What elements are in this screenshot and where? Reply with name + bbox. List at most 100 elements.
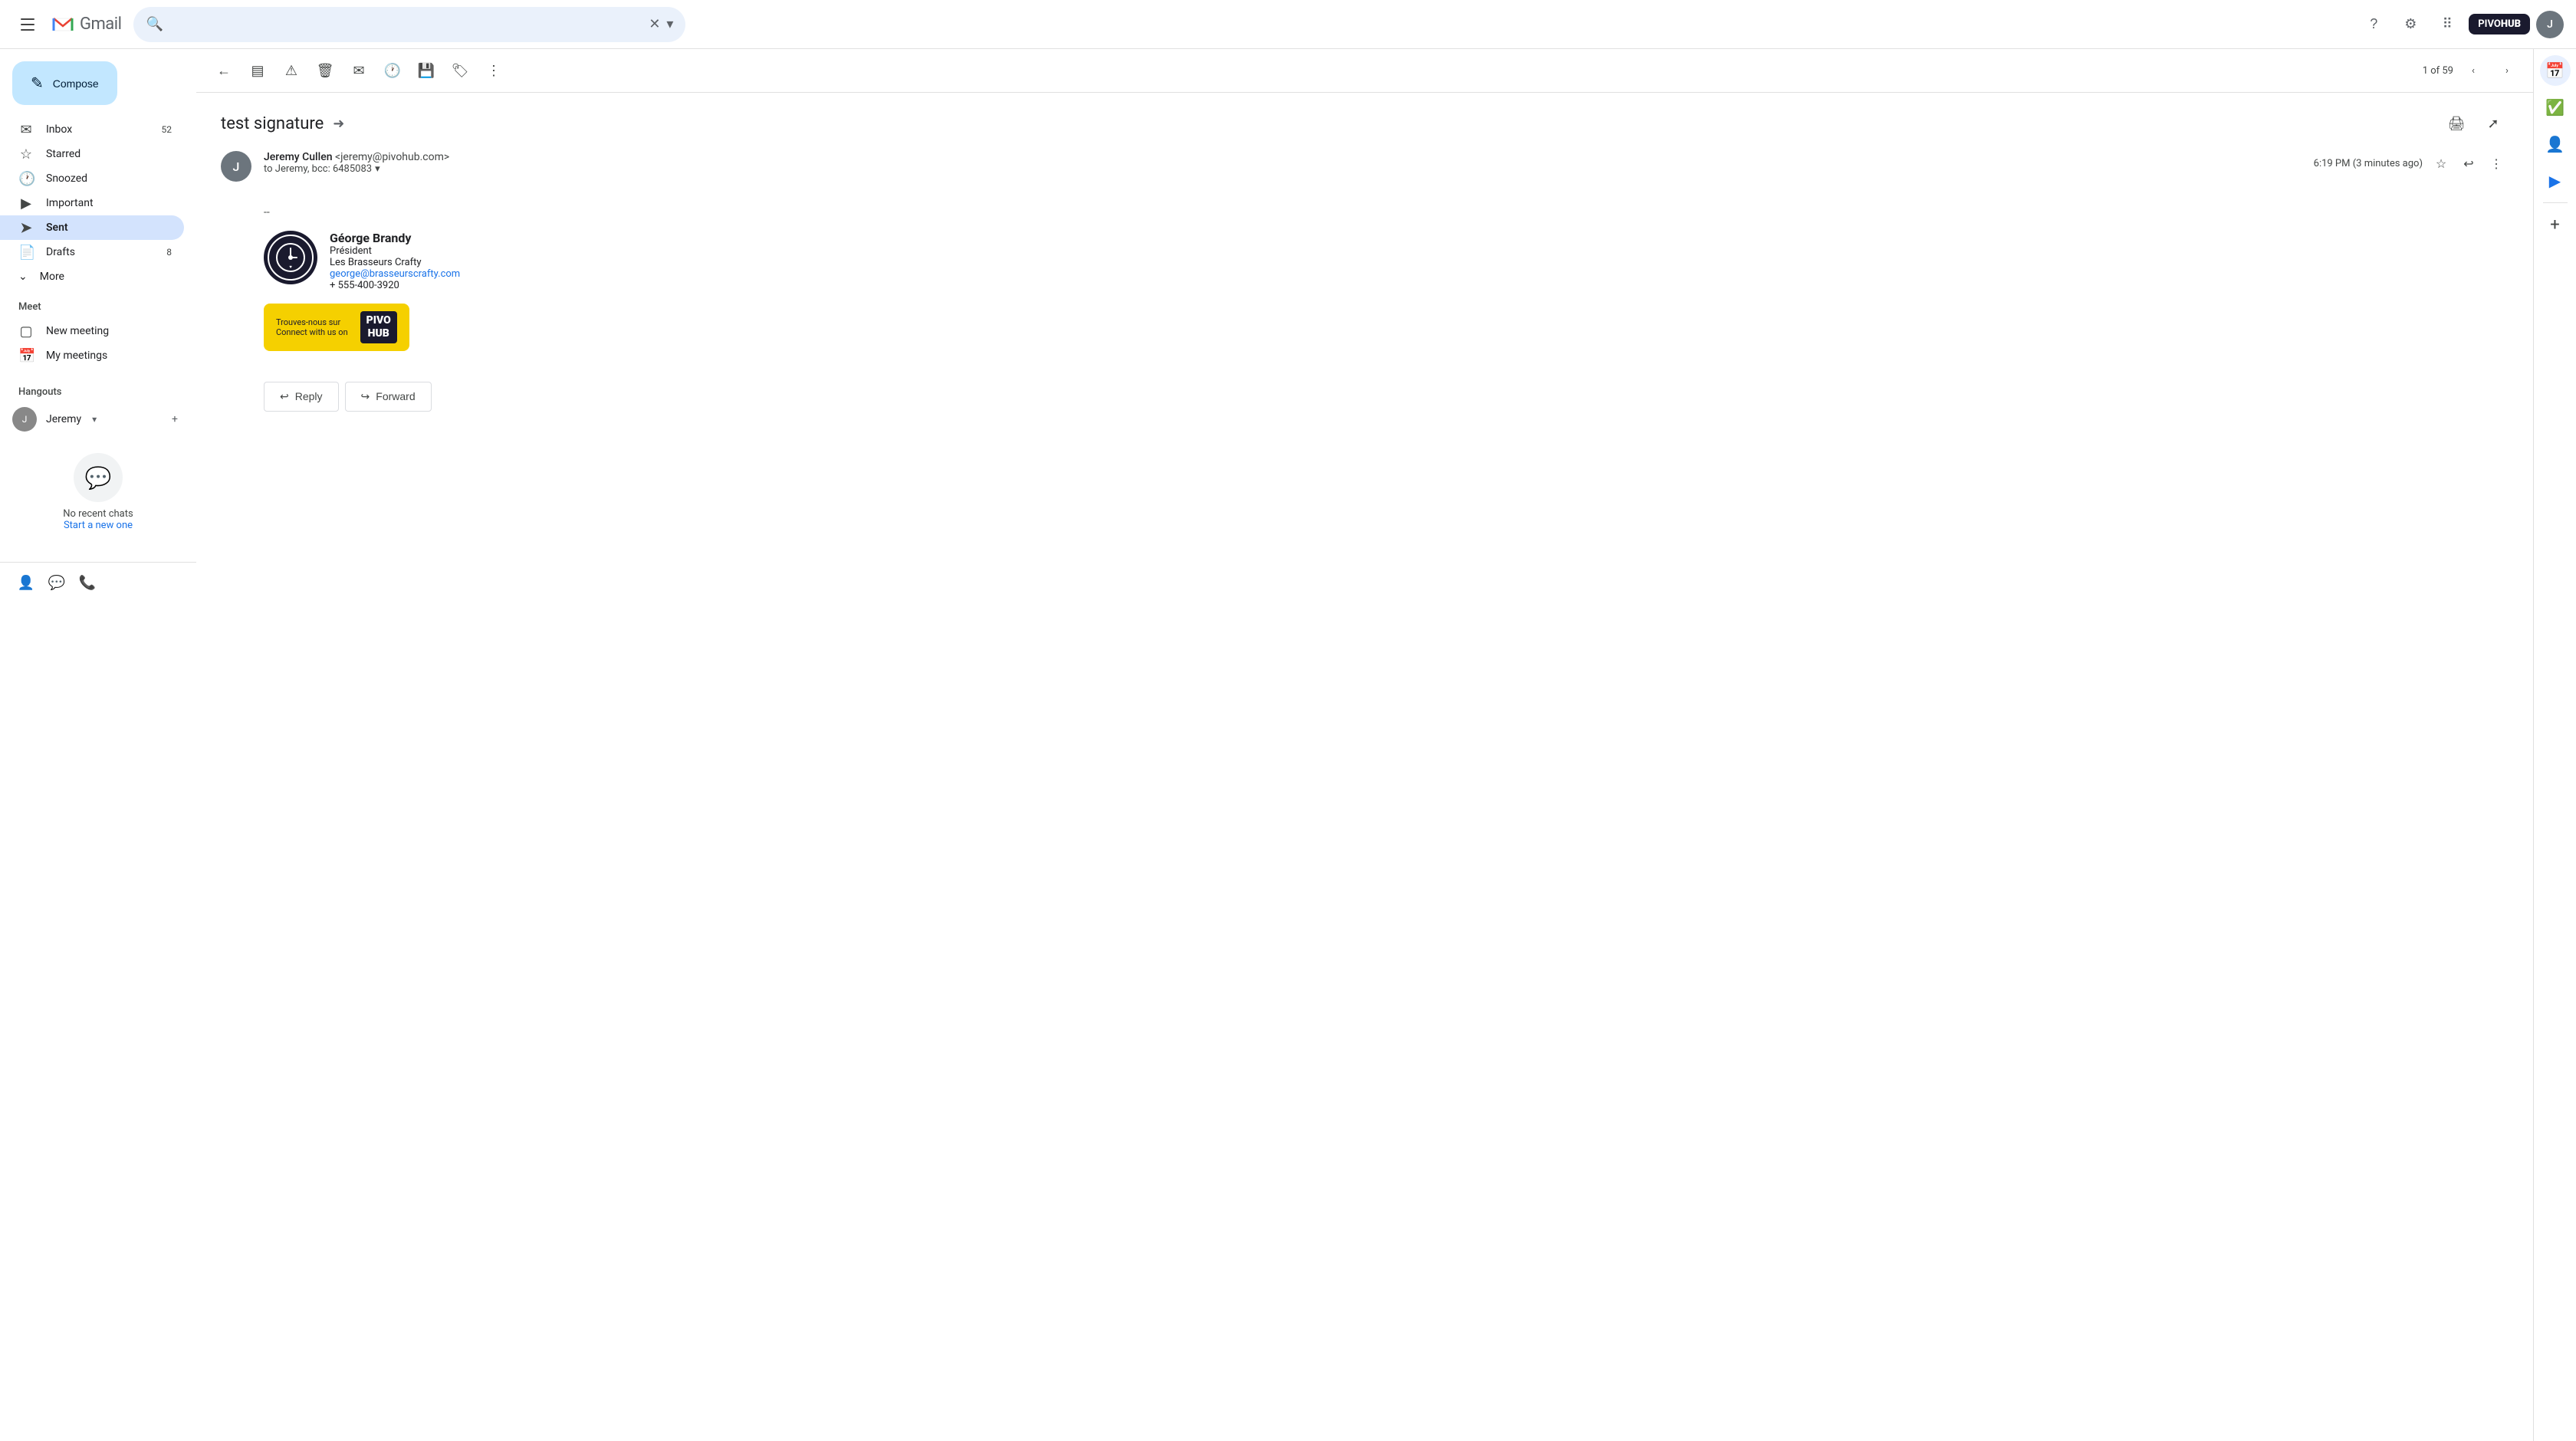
sidebar-item-inbox[interactable]: ✉ Inbox 52 [0, 117, 184, 142]
snoozed-icon: 🕐 [18, 171, 34, 187]
reply-quick-button[interactable]: ↩ [2456, 151, 2481, 176]
pagination: 1 of 59 ‹ › [2423, 57, 2521, 84]
print-button[interactable]: 🖨 [2441, 108, 2472, 139]
add-people-icon[interactable]: 👤 [12, 569, 40, 596]
drafts-icon: 📄 [18, 245, 34, 261]
prev-email-button[interactable]: ‹ [2459, 57, 2487, 84]
archive-button[interactable]: ▤ [242, 55, 273, 86]
right-panel-tasks-icon[interactable]: ✅ [2540, 92, 2571, 123]
sig-email[interactable]: george@brasseurscrafty.com [330, 268, 460, 280]
sidebar-bottom: 👤 💬 📞 [0, 562, 196, 602]
meet-title: Meet [0, 295, 196, 319]
apps-button[interactable]: ⠿ [2432, 9, 2463, 40]
compose-button[interactable]: ✎ Compose [12, 61, 117, 105]
snoozed-label: Snoozed [46, 172, 87, 185]
print-icon: 🖨 [2448, 116, 2466, 132]
chat-icon[interactable]: 💬 [43, 569, 71, 596]
star-button[interactable]: ☆ [2429, 151, 2453, 176]
start-new-chat-link[interactable]: Start a new one [64, 520, 133, 531]
hangout-user-jeremy[interactable]: J Jeremy ▾ + [0, 404, 196, 435]
mark-read-icon: ✉ [353, 63, 364, 79]
right-panel-add-button[interactable]: + [2540, 209, 2571, 240]
content-area: ← ▤ ⚠ 🗑 ✉ 🕐 💾 🏷 ⋮ [196, 49, 2533, 1441]
no-recent-chats-text: No recent chats [63, 508, 133, 520]
move-to-button[interactable]: 💾 [411, 55, 442, 86]
inbox-badge: 52 [162, 124, 172, 135]
banner-brand: PIVO HUB [360, 311, 397, 343]
label-icon: 🏷 [452, 63, 469, 79]
search-icon: 🔍 [146, 16, 163, 32]
email-view: test signature ➜ 🖨 ➚ J Jeremy Cullen < [196, 93, 2533, 1441]
more-dots-icon: ⋮ [487, 63, 501, 79]
sidebar-item-sent[interactable]: ➤ Sent [0, 215, 184, 240]
sidebar-item-new-meeting[interactable]: ▢ New meeting [0, 319, 184, 343]
search-clear-button[interactable]: ✕ [649, 16, 660, 32]
email-toolbar: ← ▤ ⚠ 🗑 ✉ 🕐 💾 🏷 ⋮ [196, 49, 2533, 93]
sender-email: <jeremy@pivohub.com> [335, 151, 449, 163]
sidebar-item-more[interactable]: ⌄ More [0, 264, 196, 289]
sender-to-line[interactable]: to Jeremy, bcc: 6485083 ▾ [264, 163, 2314, 175]
snooze-button[interactable]: 🕐 [377, 55, 408, 86]
more-chevron-icon: ⌄ [18, 271, 28, 283]
sidebar-item-starred[interactable]: ☆ Starred [0, 142, 184, 166]
search-dropdown-button[interactable]: ▾ [666, 16, 673, 32]
subject-actions: 🖨 ➚ [2441, 108, 2509, 139]
next-email-button[interactable]: › [2493, 57, 2521, 84]
starred-label: Starred [46, 148, 80, 160]
label-button[interactable]: 🏷 [445, 55, 475, 86]
apps-grid-icon: ⠿ [2443, 16, 2453, 32]
sidebar-item-important[interactable]: ▶ Important [0, 191, 184, 215]
new-meeting-icon: ▢ [18, 323, 34, 340]
reply-button[interactable]: ↩ Reply [264, 382, 339, 412]
subject-forward-icon: ➜ [333, 116, 344, 132]
report-spam-button[interactable]: ⚠ [276, 55, 307, 86]
move-to-icon: 💾 [418, 63, 435, 79]
settings-button[interactable]: ⚙ [2395, 9, 2426, 40]
menu-button[interactable] [12, 9, 43, 40]
help-button[interactable]: ? [2358, 9, 2389, 40]
inbox-icon: ✉ [18, 122, 34, 138]
email-subject-row: test signature ➜ 🖨 ➚ [221, 108, 2509, 139]
sent-icon: ➤ [18, 220, 34, 236]
reply-label: Reply [295, 390, 323, 402]
right-panel-meet-icon[interactable]: ▶ [2540, 166, 2571, 196]
sidebar: ✎ Compose ✉ Inbox 52 ☆ Starred 🕐 Snoozed… [0, 49, 196, 1441]
sender-name: Jeremy Cullen [264, 151, 332, 163]
inbox-label: Inbox [46, 123, 72, 136]
right-panel-calendar-icon[interactable]: 📅 [2540, 55, 2571, 86]
sidebar-item-drafts[interactable]: 📄 Drafts 8 [0, 240, 184, 264]
hangout-jeremy-name: Jeremy [46, 413, 81, 425]
banner-connect-text: Connect with us on [276, 327, 348, 337]
pagination-text: 1 of 59 [2423, 65, 2453, 77]
pivo-label: PIVO [2478, 18, 2501, 31]
search-input[interactable]: in:sent [169, 18, 642, 31]
hangout-add-button[interactable]: + [166, 410, 184, 428]
banner-hub: HUB [368, 327, 389, 340]
sig-title: Président [330, 245, 460, 257]
spam-icon: ⚠ [285, 63, 297, 79]
right-panel-contacts-icon[interactable]: 👤 [2540, 129, 2571, 159]
prev-arrow-icon: ‹ [2472, 65, 2475, 77]
drafts-label: Drafts [46, 246, 75, 258]
sig-info: Géorge Brandy Président Les Brasseurs Cr… [330, 231, 460, 291]
sig-logo: ♥ [264, 231, 317, 284]
new-window-button[interactable]: ➚ [2478, 108, 2509, 139]
call-icon[interactable]: 📞 [74, 569, 101, 596]
svg-text:♥: ♥ [289, 265, 292, 270]
sidebar-item-snoozed[interactable]: 🕐 Snoozed [0, 166, 184, 191]
action-buttons: ↩ Reply ↪ Forward [221, 382, 2509, 412]
delete-button[interactable]: 🗑 [310, 55, 340, 86]
mark-as-read-button[interactable]: ✉ [343, 55, 374, 86]
email-more-button[interactable]: ⋮ [2484, 151, 2509, 176]
user-avatar[interactable]: J [2536, 11, 2564, 38]
starred-icon: ☆ [18, 146, 34, 162]
pivo-hub-button[interactable]: PIVO HUB [2469, 14, 2530, 35]
new-meeting-label: New meeting [46, 325, 109, 337]
sidebar-item-my-meetings[interactable]: 📅 My meetings [0, 343, 184, 368]
pivo-hub-banner: Trouves-nous sur Connect with us on PIVO… [264, 304, 409, 351]
forward-button[interactable]: ↪ Forward [345, 382, 432, 412]
sig-company: Les Brasseurs Crafty [330, 257, 460, 268]
more-toolbar-button[interactable]: ⋮ [478, 55, 509, 86]
my-meetings-label: My meetings [46, 350, 107, 362]
back-button[interactable]: ← [209, 55, 239, 86]
